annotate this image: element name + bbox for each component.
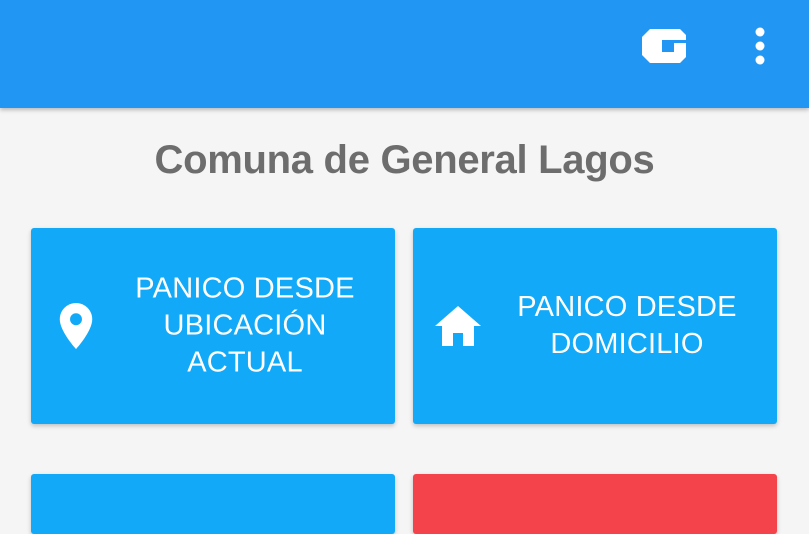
app-bar xyxy=(0,0,809,108)
label-line: UBICACIÓN xyxy=(163,309,327,342)
g-logo-icon xyxy=(642,29,686,63)
label-line: DOMICILIO xyxy=(550,328,704,360)
page-title: Comuna de General Lagos xyxy=(154,138,655,182)
overflow-menu-button[interactable] xyxy=(740,22,780,70)
main-content: Comuna de General Lagos PANICO DESDE UBI… xyxy=(0,108,809,534)
label-line: PANICO DESDE xyxy=(517,291,737,323)
label-line: ACTUAL xyxy=(187,346,303,379)
logo-button[interactable] xyxy=(640,24,688,68)
home-icon xyxy=(435,306,481,346)
label-line: PANICO DESDE xyxy=(135,272,355,305)
bottom-right-button[interactable] xyxy=(413,474,777,534)
location-pin-icon xyxy=(59,303,93,349)
panic-home-label: PANICO DESDE DOMICILIO xyxy=(499,289,755,363)
panic-home-button[interactable]: PANICO DESDE DOMICILIO xyxy=(413,228,777,424)
bottom-left-button[interactable] xyxy=(31,474,395,534)
panic-location-button[interactable]: PANICO DESDE UBICACIÓN ACTUAL xyxy=(31,228,395,424)
more-vert-icon xyxy=(755,27,765,65)
panic-location-label: PANICO DESDE UBICACIÓN ACTUAL xyxy=(117,271,373,382)
